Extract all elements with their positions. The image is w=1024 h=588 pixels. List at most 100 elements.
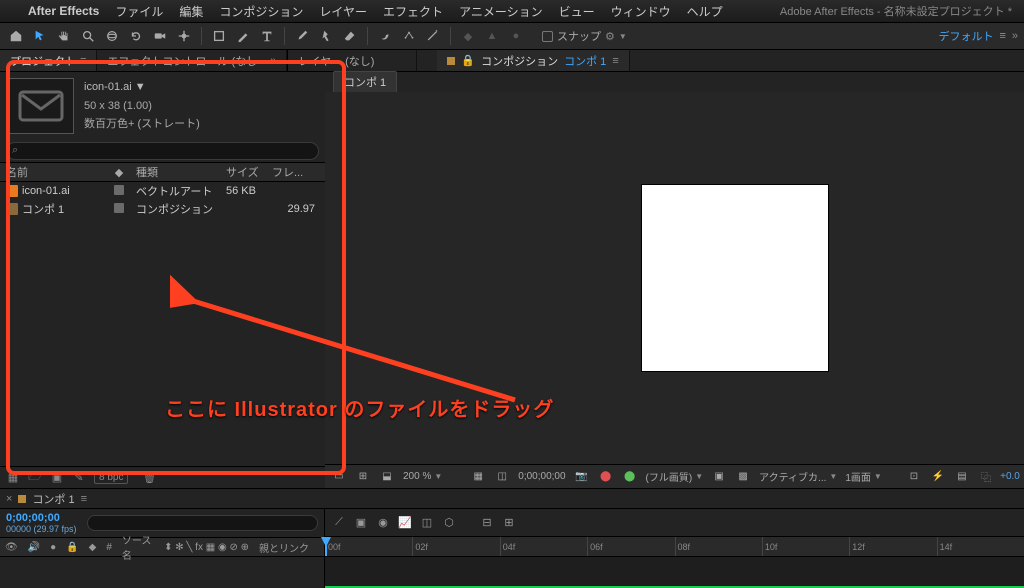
draft-3d-icon[interactable]: ◫ [419,515,435,531]
zoom-tool-icon[interactable] [78,26,98,46]
col-name[interactable]: 名前 [0,164,108,180]
type-tool-icon[interactable] [257,26,277,46]
brainstorm-icon[interactable]: ⬡ [441,515,457,531]
menu-composition[interactable]: コンポジション [219,3,303,20]
shy-icon[interactable]: ⟋ [331,515,347,531]
hand-tool-icon[interactable] [54,26,74,46]
menu-effect[interactable]: エフェクト [383,3,443,20]
orbit-tool-icon[interactable] [102,26,122,46]
pen-tool-icon[interactable] [233,26,253,46]
camera-tool-icon[interactable] [150,26,170,46]
project-row[interactable]: コンポ 1 コンポジション 29.97 [0,200,325,218]
snap-options-icon[interactable]: ⚙ [605,30,615,43]
menu-edit[interactable]: 編集 [179,3,203,20]
home-tool-icon[interactable] [6,26,26,46]
panel-chevrons-icon[interactable]: » [1012,30,1018,42]
color-depth-button[interactable]: 8 bpc [94,471,128,484]
col-type[interactable]: 種類 [130,164,220,180]
magnification-icon[interactable]: ▭ [331,469,347,485]
exposure-icon[interactable]: +0.0 [1002,469,1018,485]
frame-blend-icon[interactable]: ▣ [353,515,369,531]
rotate-tool-icon[interactable] [126,26,146,46]
trash-icon[interactable]: 🗑 [142,471,156,485]
switches-column[interactable]: ⬍ ✻ ╲ fx ▦ ◉ ⊘ ⊕ [159,542,254,553]
timeline-tab-menu-icon[interactable]: ≡ [81,493,87,505]
workspace-menu-icon[interactable]: ≡ [999,30,1005,42]
timeline-tab[interactable]: コンポ 1 [32,491,74,507]
3d-view-icon[interactable]: ⬓ [379,469,395,485]
snap-checkbox-icon[interactable] [542,31,553,42]
snap-toggle[interactable]: スナップ ⚙ ▼ [542,28,627,44]
resolution-icon[interactable]: ⊞ [355,469,371,485]
brush-tool-icon[interactable] [292,26,312,46]
snapshot-icon[interactable]: 📷 [574,469,590,485]
project-settings-icon[interactable]: ✎ [72,471,86,485]
wand-tool-icon[interactable] [423,26,443,46]
new-comp-icon[interactable]: ▣ [50,471,64,485]
mask-icon[interactable]: ◫ [494,469,510,485]
project-row[interactable]: icon-01.ai ベクトルアート 56 KB [0,182,325,200]
menu-file[interactable]: ファイル [115,3,163,20]
current-time-indicator-icon[interactable] [325,537,327,556]
menu-animation[interactable]: アニメーション [459,3,543,20]
pan-behind-tool-icon[interactable] [174,26,194,46]
lock-icon[interactable]: 🔒 [461,54,475,67]
timeline-icon[interactable]: ▤ [954,469,970,485]
timeline-search[interactable] [87,515,318,531]
interpret-footage-icon[interactable]: ▦ [6,471,20,485]
roto-brush-tool-icon[interactable] [375,26,395,46]
eye-column-icon[interactable]: 👁 [0,542,23,553]
canvas-area[interactable] [325,92,1024,464]
menu-help[interactable]: ヘルプ [687,3,723,20]
chevron-down-icon[interactable]: ▼ [619,32,627,41]
project-items-list[interactable]: icon-01.ai ベクトルアート 56 KB コンポ 1 コンポジション 2… [0,182,325,466]
eraser-tool-icon[interactable] [340,26,360,46]
audio-column-icon[interactable]: 🔊 [23,542,45,553]
project-search[interactable]: ⌕ [0,140,325,162]
pixel-aspect-icon[interactable]: ⊡ [906,469,922,485]
parent-column[interactable]: 親とリンク [254,540,324,555]
app-name[interactable]: After Effects [28,4,99,18]
current-timecode[interactable]: 0;00;00;00 [6,512,77,524]
project-search-input[interactable] [6,142,319,160]
composition-canvas[interactable] [642,185,828,371]
menu-window[interactable]: ウィンドウ [611,3,671,20]
grid-icon[interactable]: ▦ [470,469,486,485]
tab-effect-controls[interactable]: エフェクトコントロール (なし» [97,50,287,71]
lock-column-icon[interactable]: 🔒 [61,542,83,553]
puppet-tool-icon[interactable] [399,26,419,46]
transparency-grid-icon[interactable]: ▩ [735,469,751,485]
fast-preview-icon[interactable]: ⚡ [930,469,946,485]
tab-project[interactable]: プロジェクト≡ [0,50,97,71]
menu-view[interactable]: ビュー [559,3,595,20]
zoom-dropdown[interactable]: 200 %▼ [403,471,442,482]
graph-editor-icon[interactable]: 📈 [397,515,413,531]
menu-layer[interactable]: レイヤー [319,3,367,20]
rectangle-tool-icon[interactable] [209,26,229,46]
tab-layer-none[interactable]: レイヤー (なし) [287,50,417,71]
project-columns-header[interactable]: 名前 ◆ 種類 サイズ フレ... [0,162,325,182]
channel-icon[interactable]: ⬤ [598,469,614,485]
timeline-search-input[interactable] [87,515,318,531]
source-name-column[interactable]: ソース名 [117,532,159,562]
breadcrumb-comp-link[interactable]: コンポ 1 [564,53,606,69]
comp-subtab[interactable]: コンポ 1 [333,71,397,93]
views-dropdown[interactable]: 1画面▼ [845,469,881,484]
col-size[interactable]: サイズ [220,164,266,180]
label-column-icon[interactable]: ◆ [84,542,102,553]
col-tag[interactable]: ◆ [108,166,130,179]
new-folder-icon[interactable]: 🗁 [28,471,42,485]
region-icon[interactable]: ▣ [711,469,727,485]
current-time[interactable]: 0;00;00;00 [518,471,565,482]
tab-composition[interactable]: 🔒 コンポジション コンポ 1 ≡ [437,50,629,71]
workspace-selector[interactable]: デフォルト [938,28,993,44]
item-name[interactable]: icon-01.ai ▼ [84,78,200,97]
motion-blur-icon[interactable]: ◉ [375,515,391,531]
flowchart-icon[interactable]: ⿻ [978,469,994,485]
col-framerate[interactable]: フレ... [266,164,325,180]
active-camera-dropdown[interactable]: アクティブカ...▼ [759,469,837,484]
solo-column-icon[interactable]: ● [45,542,61,553]
expand-icon[interactable]: ⊞ [501,515,517,531]
collapse-icon[interactable]: ⊟ [479,515,495,531]
time-ruler[interactable]: 00f 02f 04f 06f 08f 10f 12f 14f [325,537,1024,557]
